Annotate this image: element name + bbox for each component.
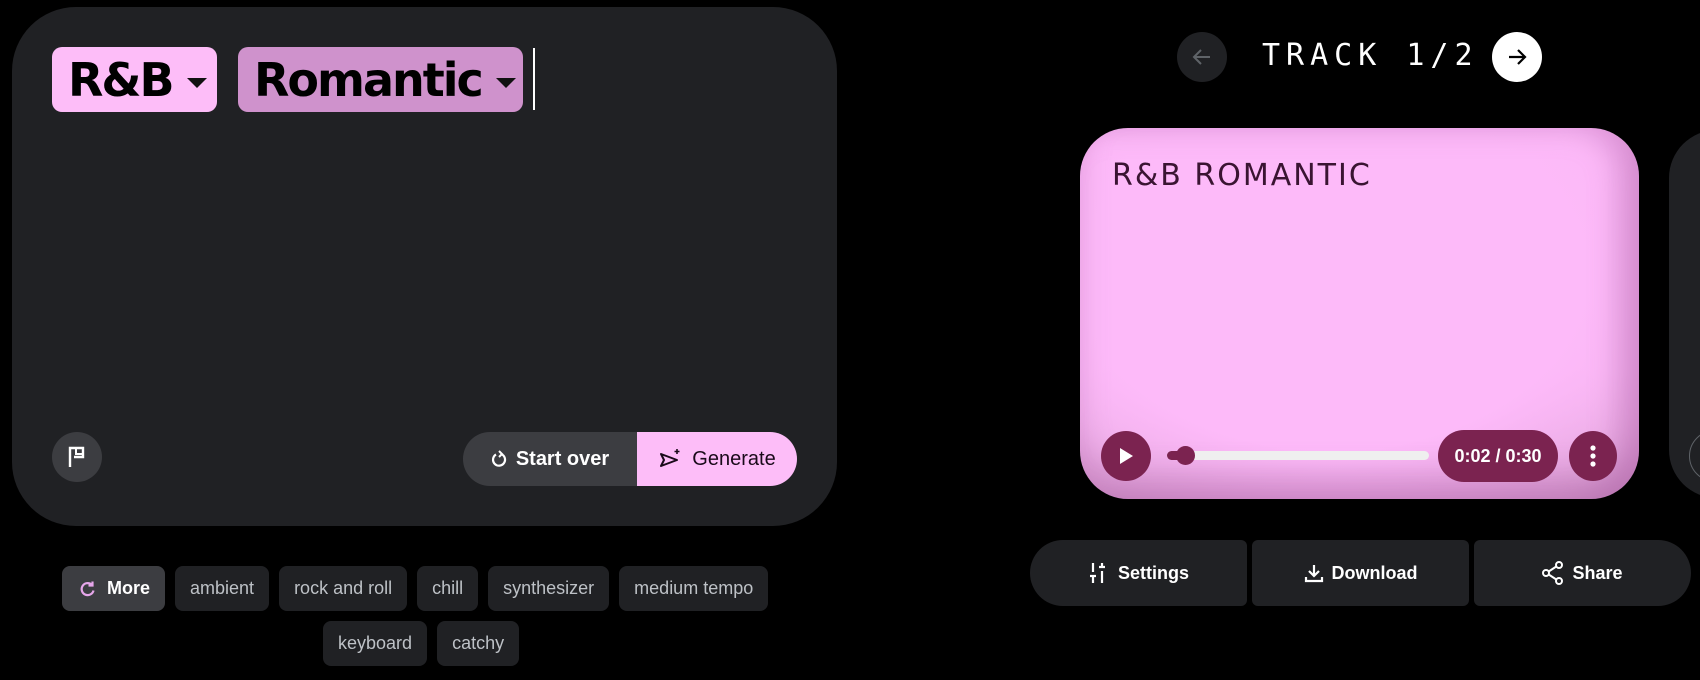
suggestion-chip[interactable]: catchy: [437, 621, 520, 666]
suggestion-chip[interactable]: ambient: [175, 566, 270, 611]
download-button[interactable]: Download: [1252, 540, 1469, 606]
tune-icon: [1089, 563, 1105, 583]
suggestion-chip[interactable]: rock and roll: [279, 566, 408, 611]
track-card: R&B ROMANTIC 0:02 / 0:30: [1080, 128, 1639, 499]
prompt-text-cursor[interactable]: [533, 48, 535, 110]
next-card-play-button[interactable]: [1689, 430, 1700, 482]
track-title: R&B ROMANTIC: [1112, 158, 1372, 193]
mood-chip-label: Romantic: [254, 52, 484, 107]
refresh-icon: [491, 450, 506, 467]
suggestion-chip[interactable]: chill: [417, 566, 479, 611]
generate-button[interactable]: Generate: [637, 432, 797, 486]
start-over-button[interactable]: Start over: [463, 432, 637, 486]
genre-chip-label: R&B: [68, 52, 175, 107]
mood-chip[interactable]: Romantic: [238, 47, 523, 112]
seek-handle[interactable]: [1175, 446, 1195, 465]
more-vert-icon: [1590, 445, 1596, 467]
more-suggestions-button[interactable]: More: [62, 566, 166, 611]
start-over-label: Start over: [515, 447, 610, 470]
flag-icon: [68, 446, 85, 467]
next-track-card-preview[interactable]: [1669, 130, 1700, 498]
settings-button[interactable]: Settings: [1030, 540, 1247, 606]
track-actions: Settings Download Share: [1030, 540, 1691, 606]
settings-label: Settings: [1117, 562, 1189, 583]
time-display: 0:02 / 0:30: [1438, 430, 1558, 482]
play-icon: [1120, 448, 1133, 464]
share-button[interactable]: Share: [1474, 540, 1691, 606]
download-icon: [1304, 565, 1323, 583]
prompt-panel: R&B Romantic Start over Generate: [12, 7, 837, 526]
share-label: Share: [1572, 562, 1623, 583]
caret-down-icon: [495, 77, 516, 88]
suggestion-chip[interactable]: medium tempo: [619, 566, 769, 611]
more-options-button[interactable]: [1569, 431, 1617, 481]
genre-chip[interactable]: R&B: [52, 47, 217, 112]
arrow-left-icon: [1192, 49, 1210, 65]
track-counter: TRACK 1/2: [1262, 38, 1479, 73]
seek-slider[interactable]: [1167, 446, 1429, 465]
suggestion-row: keyboard catchy: [323, 621, 520, 666]
report-flag-button[interactable]: [52, 432, 102, 482]
play-button[interactable]: [1101, 431, 1151, 481]
more-label: More: [107, 578, 151, 598]
arrow-right-icon: [1509, 49, 1527, 65]
send-sparkle-icon: [660, 449, 680, 467]
download-label: Download: [1331, 562, 1418, 583]
suggestion-row: More ambient rock and roll chill synthes…: [62, 566, 769, 611]
previous-track-button[interactable]: [1177, 32, 1227, 82]
suggestion-chip[interactable]: keyboard: [323, 621, 428, 666]
next-track-button[interactable]: [1492, 32, 1542, 82]
caret-down-icon: [186, 77, 207, 88]
share-icon: [1542, 561, 1564, 585]
prompt-actions: Start over Generate: [463, 432, 797, 486]
generate-label: Generate: [692, 447, 776, 470]
suggestion-chip[interactable]: synthesizer: [488, 566, 610, 611]
refresh-icon: [80, 581, 95, 596]
